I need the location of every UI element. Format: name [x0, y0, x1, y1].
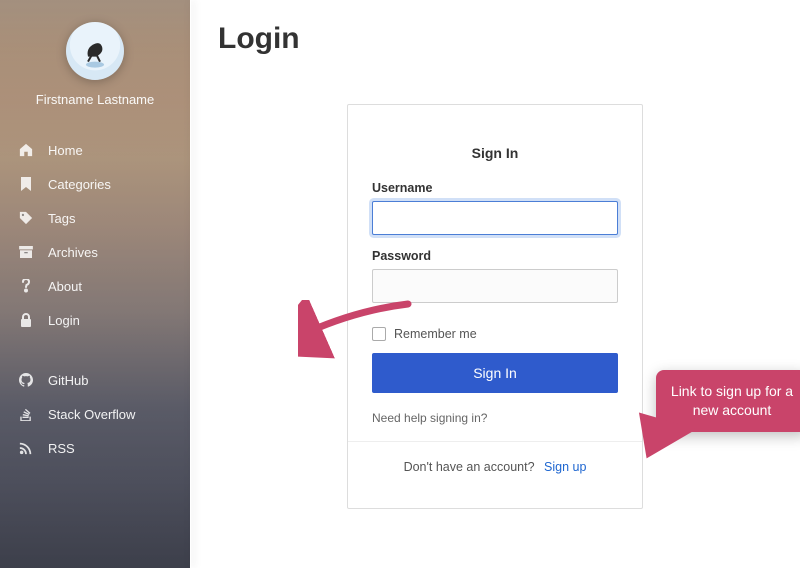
sidebar-item-label: Categories: [48, 177, 111, 192]
tag-icon: [18, 211, 34, 225]
sidebar-item-stackoverflow[interactable]: Stack Overflow: [0, 397, 190, 431]
sidebar-item-archives[interactable]: Archives: [0, 235, 190, 269]
archive-icon: [18, 246, 34, 258]
sidebar-item-tags[interactable]: Tags: [0, 201, 190, 235]
avatar: [66, 22, 124, 80]
sidebar-item-label: About: [48, 279, 82, 294]
home-icon: [18, 143, 34, 157]
password-label: Password: [372, 249, 618, 263]
stackoverflow-icon: [18, 407, 34, 421]
username-input[interactable]: [372, 201, 618, 235]
sidebar: Firstname Lastname Home Categories Tags …: [0, 0, 190, 568]
login-card: Sign In Username Password Remember me Si…: [347, 104, 643, 509]
sidebar-item-label: Home: [48, 143, 83, 158]
profile-name: Firstname Lastname: [10, 92, 180, 107]
password-field: Password: [372, 249, 618, 303]
signup-row: Don't have an account? Sign up: [372, 442, 618, 494]
username-label: Username: [372, 181, 618, 195]
sidebar-item-label: Archives: [48, 245, 98, 260]
help-link[interactable]: Need help signing in?: [372, 411, 487, 425]
remember-row[interactable]: Remember me: [372, 327, 618, 341]
username-field: Username: [372, 181, 618, 235]
sidebar-item-github[interactable]: GitHub: [0, 363, 190, 397]
sidebar-item-login[interactable]: Login: [0, 303, 190, 337]
sidebar-item-label: Login: [48, 313, 80, 328]
bookmark-icon: [18, 177, 34, 191]
question-icon: [18, 279, 34, 293]
signup-link[interactable]: Sign up: [544, 460, 586, 474]
sidebar-item-about[interactable]: About: [0, 269, 190, 303]
annotation-callout: Link to sign up for a new account: [656, 370, 800, 432]
sidebar-item-home[interactable]: Home: [0, 133, 190, 167]
rss-icon: [18, 441, 34, 455]
profile-block: Firstname Lastname: [0, 0, 190, 115]
signin-button[interactable]: Sign In: [372, 353, 618, 393]
sidebar-item-categories[interactable]: Categories: [0, 167, 190, 201]
sidebar-item-label: RSS: [48, 441, 75, 456]
remember-label: Remember me: [394, 327, 477, 341]
lock-icon: [18, 313, 34, 327]
sidebar-item-rss[interactable]: RSS: [0, 431, 190, 465]
main-content: Login Sign In Username Password Remember…: [190, 0, 800, 568]
card-heading: Sign In: [372, 145, 618, 161]
sidebar-nav: Home Categories Tags Archives About: [0, 133, 190, 465]
remember-checkbox[interactable]: [372, 327, 386, 341]
sidebar-item-label: GitHub: [48, 373, 88, 388]
signup-prompt: Don't have an account?: [404, 460, 535, 474]
sidebar-item-label: Tags: [48, 211, 75, 226]
password-input[interactable]: [372, 269, 618, 303]
page-title: Login: [218, 22, 772, 56]
sidebar-item-label: Stack Overflow: [48, 407, 135, 422]
github-icon: [18, 373, 34, 387]
